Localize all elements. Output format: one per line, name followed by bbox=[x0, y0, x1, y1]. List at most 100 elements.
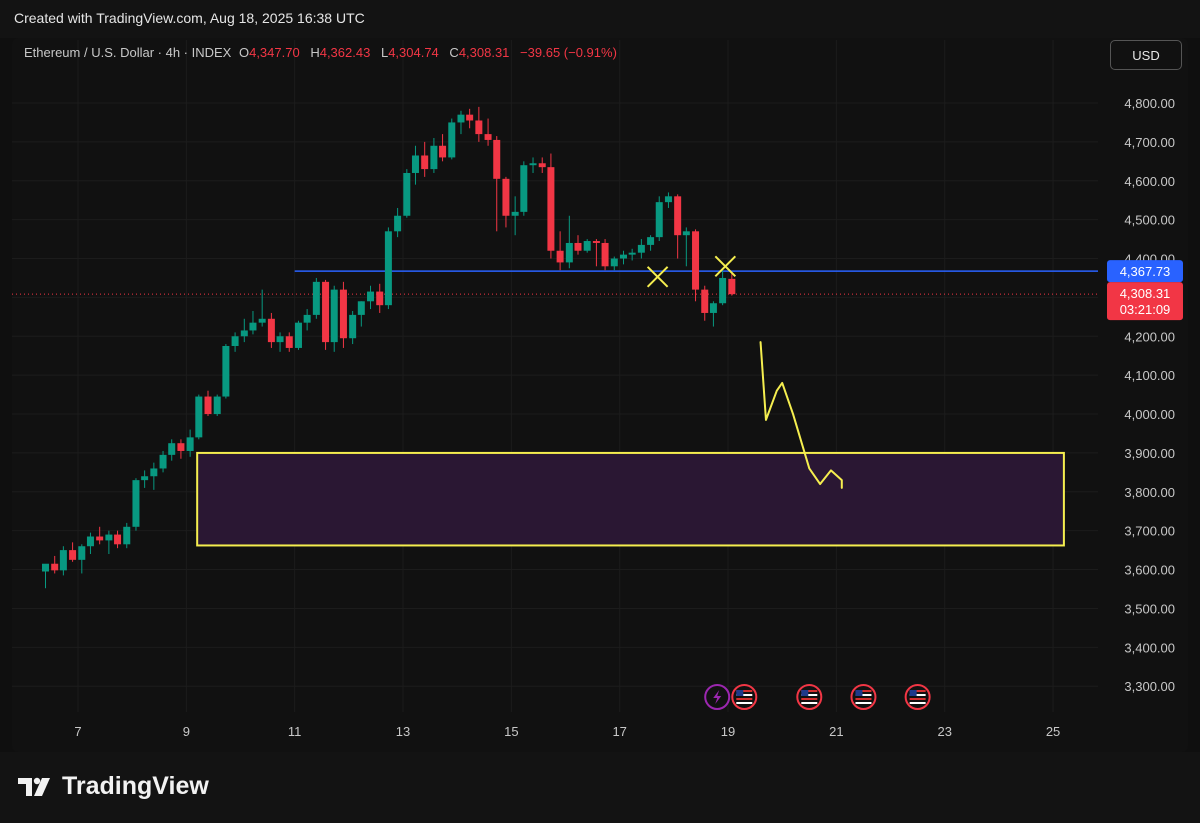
candle-body-down[interactable] bbox=[69, 550, 77, 560]
candle-body-up[interactable] bbox=[330, 289, 338, 343]
x-axis-tick-label: 9 bbox=[183, 724, 190, 739]
candle-body-down[interactable] bbox=[728, 278, 736, 295]
candle-body-up[interactable] bbox=[457, 114, 465, 123]
flag-stripe bbox=[855, 698, 872, 700]
candle-body-down[interactable] bbox=[674, 196, 682, 236]
candle-body-down[interactable] bbox=[177, 443, 185, 451]
candle-body-down[interactable] bbox=[285, 336, 293, 348]
flag-stripe bbox=[909, 702, 926, 704]
us-flag-icon[interactable] bbox=[850, 684, 877, 710]
currency-button[interactable]: USD bbox=[1110, 40, 1182, 70]
candle-body-up[interactable] bbox=[105, 534, 113, 541]
candle-body-down[interactable] bbox=[51, 563, 59, 571]
flag-stripe bbox=[736, 698, 753, 700]
candle-body-up[interactable] bbox=[411, 155, 419, 173]
candle-body-up[interactable] bbox=[628, 252, 636, 255]
candle-body-down[interactable] bbox=[574, 242, 582, 251]
candle-body-up[interactable] bbox=[448, 122, 456, 158]
candle-body-up[interactable] bbox=[394, 215, 402, 232]
candle-body-up[interactable] bbox=[430, 145, 438, 170]
candle-body-down[interactable] bbox=[701, 289, 709, 313]
y-axis-tick-label: 3,400.00 bbox=[1124, 640, 1175, 655]
flag-stripe bbox=[909, 698, 926, 700]
us-flag-icon[interactable] bbox=[796, 684, 823, 710]
tradingview-logo[interactable]: TradingView bbox=[16, 772, 209, 801]
candle-body-up[interactable] bbox=[222, 346, 230, 397]
last-price-label: 4,308.31 bbox=[1120, 286, 1171, 301]
candle-body-down[interactable] bbox=[96, 536, 104, 541]
candle-body-up[interactable] bbox=[78, 546, 86, 560]
candle-body-up[interactable] bbox=[664, 196, 672, 203]
candle-body-up[interactable] bbox=[41, 563, 49, 572]
candle-body-down[interactable] bbox=[114, 534, 122, 545]
candle-body-up[interactable] bbox=[529, 163, 537, 166]
candle-body-up[interactable] bbox=[384, 231, 392, 306]
candle-body-up[interactable] bbox=[682, 231, 690, 236]
candle-body-down[interactable] bbox=[547, 167, 555, 251]
symbol-label: Ethereum / U.S. Dollar · 4h · INDEX bbox=[24, 45, 232, 60]
candle-body-up[interactable] bbox=[159, 454, 167, 469]
candle-body-down[interactable] bbox=[502, 178, 510, 216]
candle-body-up[interactable] bbox=[195, 396, 203, 438]
candle-body-up[interactable] bbox=[240, 330, 248, 337]
y-axis-tick-label: 3,800.00 bbox=[1124, 485, 1175, 500]
y-axis-tick-label: 3,700.00 bbox=[1124, 524, 1175, 539]
candle-body-down[interactable] bbox=[322, 281, 330, 343]
candle-body-up[interactable] bbox=[637, 244, 645, 253]
candle-body-up[interactable] bbox=[655, 202, 663, 238]
flag-stripe bbox=[736, 702, 753, 704]
candle-body-up[interactable] bbox=[213, 396, 221, 415]
candle-body-up[interactable] bbox=[258, 318, 266, 323]
candle-body-up[interactable] bbox=[294, 322, 302, 348]
candle-body-up[interactable] bbox=[511, 211, 519, 216]
candle-body-down[interactable] bbox=[592, 241, 600, 243]
candle-body-down[interactable] bbox=[204, 396, 212, 415]
candle-body-down[interactable] bbox=[556, 250, 564, 263]
candle-body-down[interactable] bbox=[439, 145, 447, 158]
candle-body-up[interactable] bbox=[168, 443, 176, 455]
candle-body-up[interactable] bbox=[357, 301, 365, 315]
candle-body-up[interactable] bbox=[249, 322, 257, 331]
us-flag-icon[interactable] bbox=[731, 684, 758, 710]
y-axis-tick-label: 3,300.00 bbox=[1124, 679, 1175, 694]
demand-zone-rectangle[interactable] bbox=[196, 451, 1065, 547]
flag-canton bbox=[736, 690, 744, 696]
candle-body-up[interactable] bbox=[367, 291, 375, 302]
us-flag-icon[interactable] bbox=[904, 684, 931, 710]
candle-body-down[interactable] bbox=[601, 242, 609, 267]
candle-body-down[interactable] bbox=[692, 231, 700, 290]
candle-body-up[interactable] bbox=[132, 480, 140, 527]
candle-body-up[interactable] bbox=[231, 336, 239, 346]
candle-body-down[interactable] bbox=[484, 134, 492, 140]
candle-body-up[interactable] bbox=[565, 242, 573, 263]
close-value: 4,308.31 bbox=[458, 45, 510, 60]
candle-body-up[interactable] bbox=[150, 468, 158, 477]
candle-body-up[interactable] bbox=[86, 536, 94, 547]
candle-body-up[interactable] bbox=[349, 314, 357, 339]
candle-body-up[interactable] bbox=[303, 314, 311, 323]
candle-body-up[interactable] bbox=[709, 303, 717, 313]
candle-body-down[interactable] bbox=[339, 289, 347, 339]
candle-body-up[interactable] bbox=[610, 258, 618, 267]
candle-body-up[interactable] bbox=[619, 254, 627, 259]
candle-body-down[interactable] bbox=[376, 291, 384, 306]
candle-body-down[interactable] bbox=[267, 318, 275, 343]
candle-body-down[interactable] bbox=[466, 114, 474, 121]
candle-body-up[interactable] bbox=[141, 476, 149, 481]
candle-body-up[interactable] bbox=[647, 237, 655, 245]
candle-body-down[interactable] bbox=[421, 155, 429, 170]
candle-body-down[interactable] bbox=[538, 163, 546, 168]
candle-body-down[interactable] bbox=[493, 139, 501, 179]
candle-body-up[interactable] bbox=[186, 437, 194, 451]
price-chart[interactable]: 3,300.00 3,400.00 3,500.00 3,600.00 3,700.00… bbox=[0, 0, 1200, 823]
candle-body-up[interactable] bbox=[59, 550, 67, 571]
candle-body-up[interactable] bbox=[312, 281, 320, 315]
candle-body-up[interactable] bbox=[520, 165, 528, 212]
candle-body-up[interactable] bbox=[583, 241, 591, 251]
candle-body-down[interactable] bbox=[475, 120, 483, 135]
candle-body-up[interactable] bbox=[403, 172, 411, 216]
candle-body-up[interactable] bbox=[276, 336, 284, 343]
candle-body-up[interactable] bbox=[719, 277, 727, 304]
candle-body-up[interactable] bbox=[123, 526, 131, 545]
flag-stripe bbox=[801, 702, 818, 704]
